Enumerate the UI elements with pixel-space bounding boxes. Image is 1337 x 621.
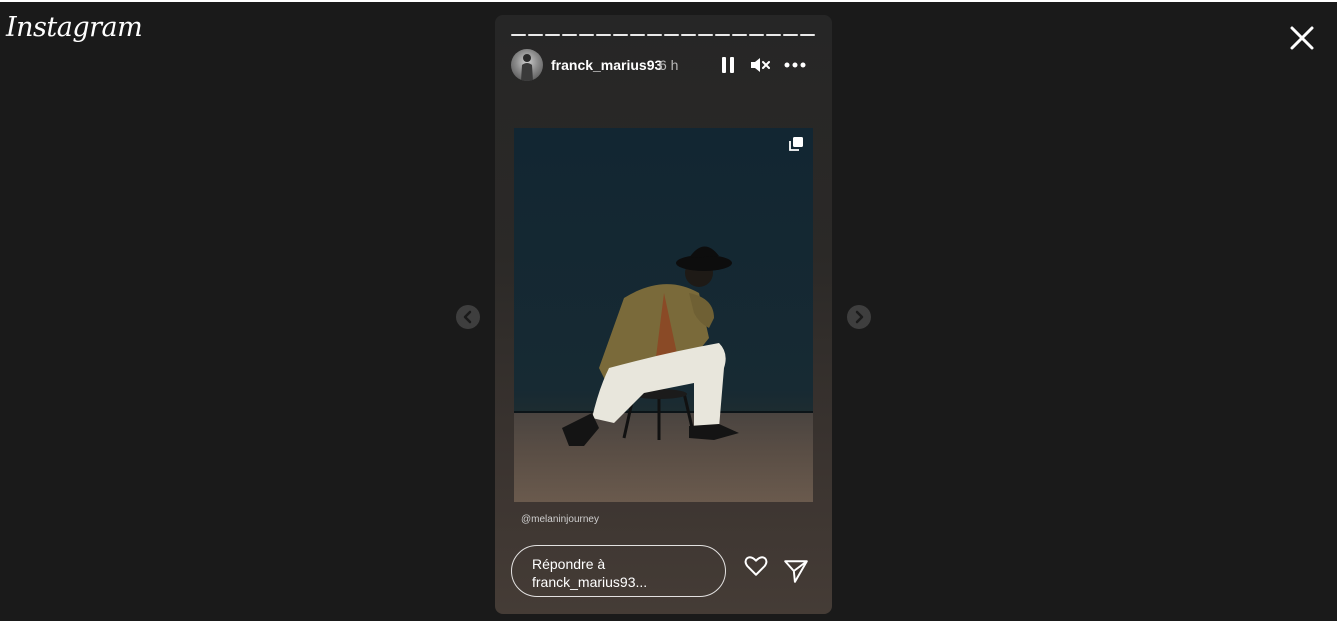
progress-segment — [766, 34, 781, 36]
seated-man-figure — [562, 246, 739, 446]
story-viewer[interactable]: franck_marius93 6 h @melaninjourney Répo… — [495, 15, 832, 614]
reply-placeholder-line1: Répondre à — [532, 556, 606, 572]
progress-segment — [630, 34, 645, 36]
top-border — [0, 0, 1337, 2]
next-story-button[interactable] — [847, 305, 871, 329]
progress-segment — [698, 34, 713, 36]
story-photo[interactable] — [514, 128, 813, 502]
multiple-posts-icon — [789, 137, 803, 151]
progress-segment — [545, 34, 560, 36]
progress-segment — [511, 34, 526, 36]
progress-segment — [613, 34, 628, 36]
share-button[interactable] — [783, 558, 809, 584]
progress-segment — [749, 34, 764, 36]
reply-placeholder-line2: franck_marius93... — [532, 574, 648, 590]
story-timestamp: 6 h — [659, 57, 679, 73]
progress-segment — [681, 34, 696, 36]
send-icon — [784, 560, 808, 583]
progress-segment — [783, 34, 798, 36]
avatar[interactable] — [511, 49, 543, 81]
more-options-button[interactable] — [783, 53, 807, 77]
story-progress-bar — [511, 34, 815, 36]
chevron-left-icon — [463, 310, 472, 324]
more-horizontal-icon — [784, 62, 806, 68]
speaker-muted-icon — [751, 58, 770, 72]
progress-segment — [732, 34, 747, 36]
pause-button[interactable] — [716, 53, 740, 77]
progress-segment — [664, 34, 679, 36]
previous-story-button[interactable] — [456, 305, 480, 329]
mute-button[interactable] — [748, 53, 772, 77]
close-icon — [1290, 26, 1314, 50]
progress-segment — [800, 34, 815, 36]
progress-segment — [715, 34, 730, 36]
mention-sticker[interactable]: @melaninjourney — [521, 514, 599, 525]
close-button[interactable] — [1286, 22, 1318, 54]
heart-icon — [744, 556, 768, 576]
reply-input[interactable]: Répondre à franck_marius93... — [511, 545, 726, 597]
progress-segment — [562, 34, 577, 36]
like-button[interactable] — [743, 552, 769, 578]
chevron-right-icon — [855, 310, 864, 324]
progress-segment — [528, 34, 543, 36]
instagram-logo[interactable]: Instagram — [6, 12, 143, 43]
story-username[interactable]: franck_marius93 — [551, 57, 662, 73]
pause-icon — [722, 57, 734, 73]
user-silhouette — [521, 54, 533, 81]
progress-segment — [579, 34, 594, 36]
progress-segment — [647, 34, 662, 36]
progress-segment — [596, 34, 611, 36]
